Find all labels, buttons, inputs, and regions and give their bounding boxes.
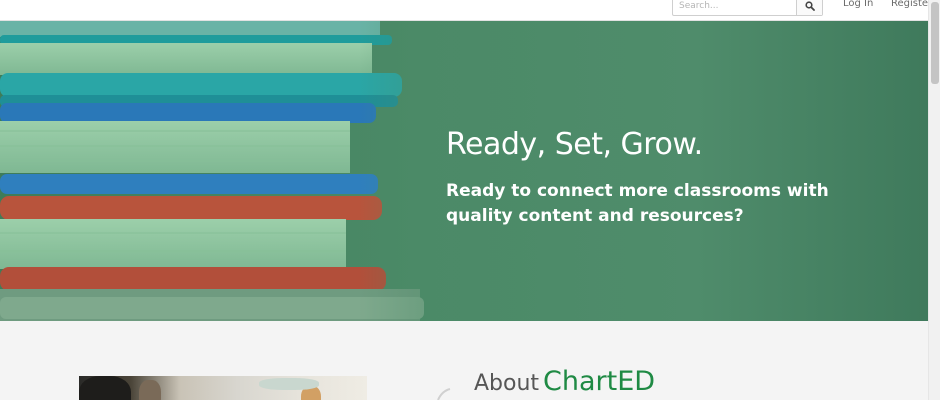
login-link[interactable]: Log In	[843, 0, 873, 9]
brand-name: ChartED	[543, 366, 656, 397]
hero-title: Ready, Set, Grow.	[446, 127, 703, 162]
page-scrollbar[interactable]	[928, 0, 940, 400]
book-stack-image	[0, 21, 460, 321]
search-input[interactable]	[673, 0, 796, 15]
hero-subtitle: Ready to connect more classrooms with qu…	[446, 181, 829, 226]
search-icon	[804, 1, 815, 11]
about-heading: About ChartED	[474, 366, 655, 397]
search-box	[672, 0, 823, 16]
hero-banner: Ready, Set, Grow. Ready to connect more …	[0, 21, 928, 321]
search-button[interactable]	[796, 0, 822, 15]
scrollbar-thumb[interactable]	[931, 2, 939, 84]
about-heading-prefix: About	[474, 371, 540, 396]
decorative-swoosh	[437, 388, 451, 400]
top-bar: Log In Register	[0, 0, 932, 21]
register-link[interactable]: Register	[891, 0, 932, 9]
classroom-photo	[79, 376, 367, 400]
